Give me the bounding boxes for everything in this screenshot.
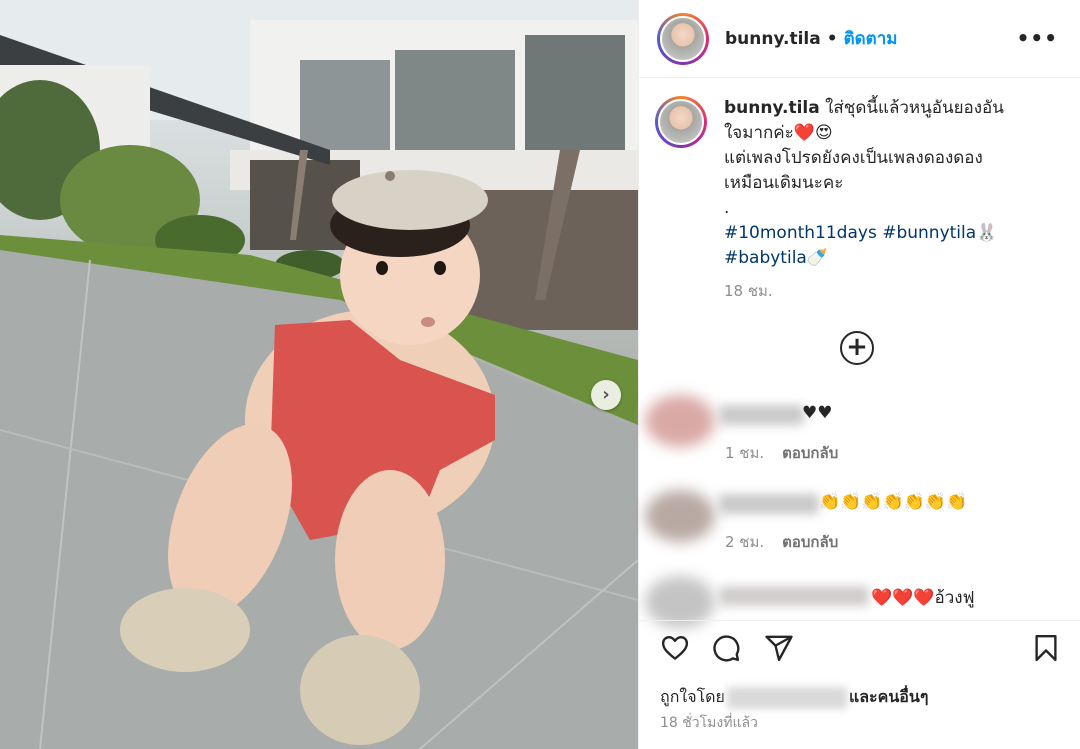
- blurred-avatar: [645, 490, 715, 542]
- next-photo-button[interactable]: ›: [591, 380, 621, 410]
- comment-meta: 1 ชม. ตอบกลับ: [725, 441, 838, 465]
- action-bar: [639, 620, 1080, 678]
- post-timestamp: 18 ชั่วโมงที่แล้ว: [660, 715, 758, 731]
- blurred-username: [719, 494, 819, 514]
- caption-line-3: แต่เพลงโปรดยังคงเป็นเพลงดองดอง: [724, 148, 983, 168]
- caption-hashtags-2: #babytila🍼: [724, 246, 1004, 271]
- blurred-liker: [726, 686, 847, 709]
- reply-button[interactable]: ตอบกลับ: [782, 444, 838, 462]
- separator-dot: •: [826, 28, 838, 49]
- blurred-username: [719, 405, 804, 425]
- post-photo[interactable]: ›: [0, 0, 638, 749]
- caption-body: bunny.tila ใส่ชุดนี้แล้วหนูอันยองอัน ใจม…: [724, 96, 1004, 304]
- hashtag-link[interactable]: #bunnytila: [882, 223, 976, 243]
- blurred-username: [719, 586, 869, 606]
- caption-line-4: เหมือนเดิมนะคะ: [724, 173, 844, 193]
- reply-button[interactable]: ตอบกลับ: [782, 533, 838, 551]
- bottle-emoji: 🍼: [806, 248, 829, 268]
- caption-avatar[interactable]: [655, 96, 707, 148]
- comment-time: 2 ชม.: [725, 533, 765, 551]
- caption-line-5: .: [724, 198, 730, 218]
- caption-line-2: ใจมากค่ะ❤️😍: [724, 123, 833, 143]
- comment-meta: 2 ชม. ตอบกลับ: [725, 530, 838, 554]
- heart-icon[interactable]: [659, 633, 691, 663]
- caption-username[interactable]: bunny.tila: [724, 98, 820, 118]
- share-icon[interactable]: [763, 633, 795, 663]
- likes-summary[interactable]: ถูกใจโดย และคนอื่นๆ: [660, 685, 928, 710]
- load-more-comments-button[interactable]: +: [840, 331, 874, 365]
- rabbit-emoji: 🐰: [976, 223, 998, 243]
- comment-time: 1 ชม.: [725, 444, 765, 462]
- caption-text-1: ใส่ชุดนี้แล้วหนูอันยองอัน: [819, 98, 1004, 118]
- chevron-right-icon: ›: [602, 384, 610, 405]
- hashtag-link[interactable]: #10month11days: [724, 223, 877, 243]
- comment-text: ♥♥: [802, 403, 833, 423]
- comment-text: 👏👏👏👏👏👏👏: [819, 492, 968, 512]
- caption-time: 18 ชม.: [724, 282, 773, 300]
- comment-text: ❤️❤️❤️อ้วงฟู: [871, 588, 975, 608]
- comment-icon[interactable]: [710, 633, 742, 663]
- post-header: bunny.tila • ติดตาม •••: [639, 0, 1080, 78]
- plus-circle-icon: +: [846, 332, 868, 362]
- likes-prefix: ถูกใจโดย: [660, 687, 725, 706]
- blurred-avatar: [645, 395, 715, 447]
- caption-hashtags-1: #10month11days #bunnytila🐰: [724, 221, 1004, 246]
- post-details-panel: bunny.tila • ติดตาม ••• bunny.tila ใส่ชุ…: [638, 0, 1080, 749]
- follow-button[interactable]: ติดตาม: [844, 25, 898, 52]
- username-link[interactable]: bunny.tila: [725, 29, 821, 49]
- caption-line-1: bunny.tila ใส่ชุดนี้แล้วหนูอันยองอัน: [724, 96, 1004, 121]
- more-options-icon[interactable]: •••: [1017, 26, 1058, 50]
- instagram-post-view: › bunny.tila • ติดตาม ••• bunny.tila ใส่…: [0, 0, 1080, 749]
- photo-illustration: [0, 0, 638, 749]
- caption: bunny.tila ใส่ชุดนี้แล้วหนูอันยองอัน ใจม…: [655, 96, 1065, 304]
- avatar[interactable]: [657, 12, 709, 65]
- hashtag-link[interactable]: #babytila: [724, 248, 807, 268]
- bookmark-icon[interactable]: [1031, 633, 1061, 663]
- likes-suffix: และคนอื่นๆ: [848, 687, 929, 706]
